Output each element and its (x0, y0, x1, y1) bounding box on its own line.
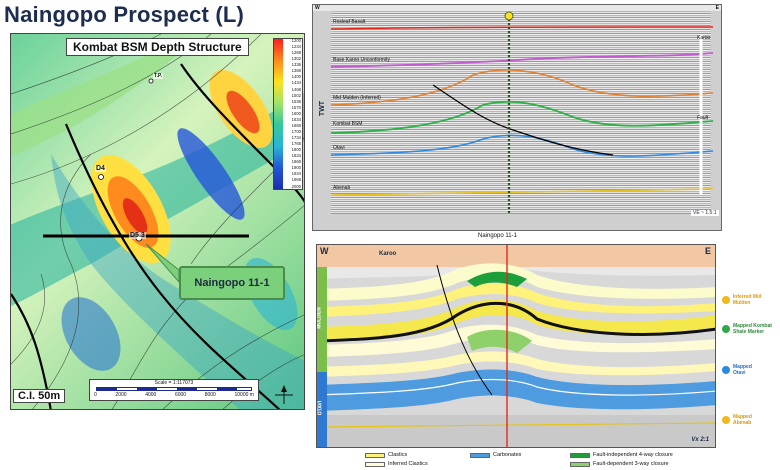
colorbar-tick: 1768 (291, 141, 301, 147)
well-label-d53: D5.3 (129, 232, 146, 239)
twt-axis-label: TWT (319, 100, 327, 117)
annotation-mid-mulden: Inferred Mid Mulden (722, 294, 780, 306)
legend-swatch (365, 461, 385, 467)
xsec-west: W (320, 246, 329, 256)
well-label-tp: T.P. (153, 73, 163, 79)
seismic-east: E (715, 5, 719, 11)
horizon-label-abenab: Abenab (333, 185, 351, 191)
colorbar-gradient (274, 39, 283, 189)
legend-swatch (365, 452, 385, 458)
legend-swatch (470, 452, 490, 458)
xsec-ve: Vx 2:1 (691, 437, 709, 443)
legend-inferred: Inferred Clastics (365, 461, 428, 467)
annotation-text: Mapped Kombat Shale Marker (733, 323, 772, 335)
annotation-text: Mapped Otavi (733, 364, 752, 376)
colorbar-tick: 1868 (291, 159, 301, 165)
colorbar-tick: 1434 (291, 80, 301, 86)
seismic-ve: VE ~ 1.5:1 (691, 210, 719, 216)
map-title: Kombat BSM Depth Structure (66, 38, 249, 56)
legend-swatch (570, 461, 590, 467)
annotation-dot (722, 366, 730, 374)
legend-fault-dependent: Fault-dependent 3-way closure (570, 461, 669, 467)
colorbar-tick: 1634 (291, 116, 301, 122)
legend-label: Clastics (388, 452, 408, 458)
well-label-d4: D4 (95, 165, 106, 172)
colorbar-tick: 1834 (291, 153, 301, 159)
colorbar-tick: 1336 (291, 62, 301, 68)
legend-fault-independent: Fault-independent 4-way closure (570, 452, 673, 458)
legend-label: Inferred Clastics (388, 461, 428, 467)
colorbar-tick: 1234 (291, 44, 301, 50)
colorbar-tick: 1536 (291, 98, 301, 104)
colorbar-tick: 1302 (291, 56, 301, 62)
colorbar-tick: 2000 (291, 183, 301, 189)
colorbar-tick: 1400 (291, 74, 301, 80)
depth-colorbar: 1200 1234 1268 1302 1336 1368 1400 1434 1468 1502… (273, 38, 303, 190)
cross-section-legend: Clastics Inferred Clastics Carbonates Fa… (350, 452, 720, 470)
horizon-label-kombat: Kombat BSM (333, 121, 363, 127)
cross-section-layers (317, 245, 715, 447)
annotation-kombat: Mapped Kombat Shale Marker (722, 323, 773, 335)
seismic-caption: Naingopo 11-1 (478, 233, 517, 239)
annotation-dot (722, 296, 730, 304)
annotation-text: Inferred Mid Mulden (732, 294, 762, 306)
colorbar-tick: 1600 (291, 110, 301, 116)
colorbar-tick: 1468 (291, 86, 301, 92)
depth-structure-map: Kombat BSM Depth Structure 1200 1234 1268 1… (10, 33, 305, 410)
contour-interval-label: C.I. 50m (13, 389, 66, 403)
karoo-tag: Karoo (697, 35, 711, 41)
scale-tick: 6000 (174, 392, 187, 398)
colorbar-tick: 1900 (291, 165, 301, 171)
legend-carbonates: Carbonates (470, 452, 521, 458)
annotation-abenab: Mapped Abenab (722, 414, 763, 426)
seismic-west: W (315, 5, 320, 11)
horizon-label-basalt: Rosleaf Basalt (333, 19, 366, 25)
legend-clastics: Clastics (365, 452, 407, 458)
colorbar-tick: 1934 (291, 171, 301, 177)
colorbar-tick: 1200 (291, 38, 301, 43)
scale-tick: 8000 (204, 392, 216, 398)
colorbar-tick: 1700 (291, 128, 301, 134)
xsec-karoo-label: Karoo (379, 251, 397, 257)
map-contours (11, 34, 304, 409)
horizon-label-otavi: Otavi (333, 145, 345, 151)
colorbar-tick: 1502 (291, 92, 301, 98)
legend-label: Fault-dependent 3-way closure (593, 461, 669, 467)
xsec-otavi-label: OTAVI (317, 400, 324, 416)
legend-label: Carbonates (493, 452, 522, 458)
scale-graphic (96, 387, 252, 391)
scale-ticks: 0 2000 4000 6000 8000 10000 m (94, 392, 254, 398)
prospect-callout: Naingopo 11-1 (179, 266, 285, 300)
legend-swatch (570, 452, 590, 458)
colorbar-tick: 1570 (291, 104, 301, 110)
colorbar-tick: 1800 (291, 147, 301, 153)
xsec-mulden-label: MULDEN (316, 307, 323, 329)
horizon-label-mulden: Mid Mulden (Inferred) (333, 95, 381, 101)
geologic-cross-section: W E Karoo MULDEN OTAVI Vx 2:1 (316, 244, 716, 448)
scale-tick: 0 (94, 392, 97, 398)
colorbar-tick: 1968 (291, 177, 301, 183)
colorbar-tick: 1668 (291, 122, 301, 128)
horizon-label-karoo: Base Karoo Unconformity (333, 57, 390, 63)
scale-tick: 4000 (145, 392, 157, 398)
colorbar-ticks: 1200 1234 1268 1302 1336 1368 1400 1434 1468 1502… (283, 38, 302, 189)
colorbar-tick: 1734 (291, 135, 301, 140)
annotation-text: Mapped Abenab (733, 414, 752, 426)
annotation-otavi: Mapped Otavi (722, 364, 763, 376)
xsec-east: E (704, 246, 711, 256)
colorbar-tick: 1268 (291, 50, 301, 56)
page-title: Naingopo Prospect (L) (4, 2, 245, 27)
scale-bar: Scale = 1:117073 0 2000 4000 6000 8000 10000 … (89, 379, 259, 401)
scale-tick: 2000 (115, 392, 127, 398)
fault-tag: Fault (697, 115, 709, 121)
scale-tick: 10000 m (234, 392, 254, 398)
seismic-section: W E Rosleaf Basalt Base Karoo Unconformi… (312, 4, 722, 231)
legend-label: Fault-independent 4-way closure (593, 452, 673, 458)
annotation-dot (722, 416, 730, 424)
annotation-dot (722, 325, 730, 333)
seismic-horizons (313, 5, 721, 215)
colorbar-tick: 1368 (291, 68, 301, 74)
scale-label: Scale = 1:117073 (154, 380, 194, 386)
